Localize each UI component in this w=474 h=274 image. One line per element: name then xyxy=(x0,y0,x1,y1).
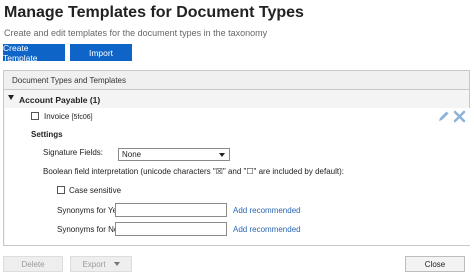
delete-button-label: Delete xyxy=(21,259,45,269)
caret-down-icon xyxy=(113,262,120,266)
template-name: Invoice [5fc06] xyxy=(44,112,93,121)
settings-heading: Settings xyxy=(31,130,63,139)
signature-fields-value: None xyxy=(122,150,142,159)
export-button[interactable]: Export xyxy=(70,256,132,272)
template-checkbox[interactable] xyxy=(31,112,39,120)
panel-header-label: Document Types and Templates xyxy=(12,76,126,85)
synonyms-no-label: Synonyms for No: xyxy=(57,225,121,234)
boolean-interpretation-label: Boolean field interpretation (unicode ch… xyxy=(43,167,344,176)
synonyms-no-input[interactable] xyxy=(115,222,227,236)
panel-header: Document Types and Templates xyxy=(4,71,469,90)
case-sensitive-label: Case sensitive xyxy=(69,186,122,195)
delete-button[interactable]: Delete xyxy=(3,256,63,272)
caret-down-icon[interactable] xyxy=(8,95,14,100)
group-label: Account Payable (1) xyxy=(19,95,101,105)
document-types-panel: Document Types and Templates Account Pay… xyxy=(3,70,470,246)
add-recommended-no-link[interactable]: Add recommended xyxy=(233,225,301,234)
synonyms-yes-input[interactable] xyxy=(115,203,227,217)
page-subtitle: Create and edit templates for the docume… xyxy=(4,28,268,38)
close-button[interactable]: Close xyxy=(405,256,465,272)
page-title: Manage Templates for Document Types xyxy=(4,4,304,21)
close-icon[interactable] xyxy=(453,110,466,123)
template-name-text: Invoice xyxy=(44,112,70,121)
group-row-account-payable[interactable]: Account Payable (1) xyxy=(4,93,469,107)
caret-down-icon xyxy=(219,153,225,157)
import-button[interactable]: Import xyxy=(70,44,132,61)
add-recommended-yes-link[interactable]: Add recommended xyxy=(233,206,301,215)
pencil-icon[interactable] xyxy=(437,110,450,123)
create-template-button[interactable]: Create Template xyxy=(3,43,65,63)
synonyms-yes-label: Synonyms for Yes: xyxy=(57,206,124,215)
export-button-label: Export xyxy=(82,259,106,269)
template-code: [5fc06] xyxy=(71,114,93,121)
signature-fields-select[interactable]: None xyxy=(118,148,230,161)
signature-fields-label: Signature Fields: xyxy=(43,148,104,157)
case-sensitive-checkbox[interactable] xyxy=(57,186,65,194)
